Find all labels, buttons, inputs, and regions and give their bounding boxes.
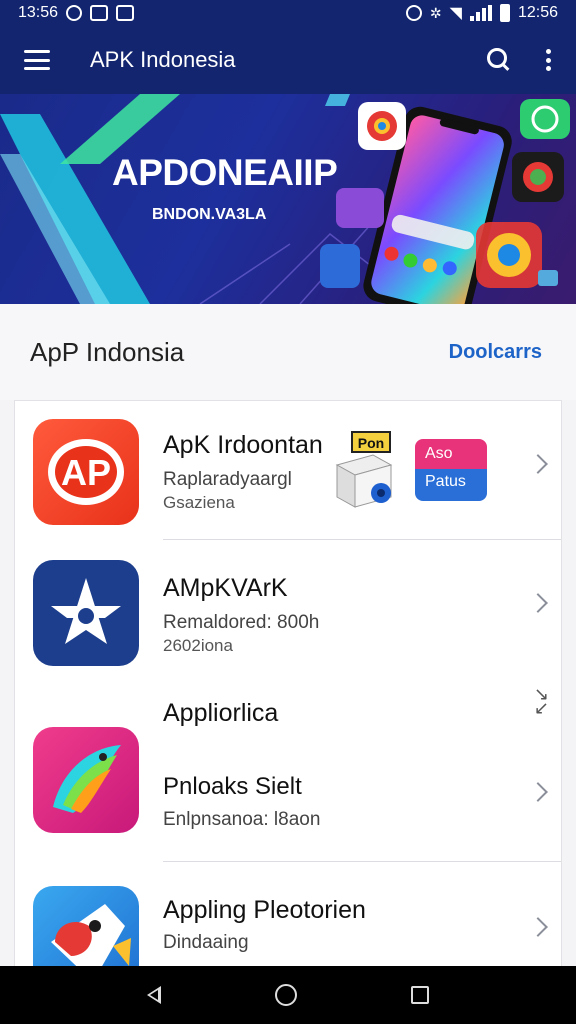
section-title: ApP Indonsia: [30, 336, 185, 367]
menu-icon[interactable]: [24, 50, 50, 70]
bird-logo-icon: [53, 745, 121, 813]
search-icon[interactable]: [486, 47, 512, 73]
battery-icon: [499, 4, 510, 22]
promo-card-line1: Aso: [425, 445, 453, 462]
app-icon-2: [33, 560, 139, 666]
star-logo-icon: [51, 578, 121, 644]
app-logo-text: AP: [61, 452, 111, 493]
promo-card-icon: Aso Patus: [415, 439, 487, 501]
message-icon: [116, 5, 135, 21]
more-vert-icon[interactable]: [546, 49, 552, 71]
notification-icon: [90, 5, 109, 21]
app-subtitle: Raplaradyaargl: [163, 469, 292, 490]
app-logo-icon: AP: [48, 439, 124, 505]
app-subtitle: Remaldored: 800h: [163, 612, 320, 633]
banner-stripe-small: [325, 94, 350, 106]
promo-card-line2: Patus: [425, 473, 466, 490]
app-meta: 2602iona: [163, 636, 233, 655]
app-icon-1: AP: [33, 419, 139, 525]
status-time-left: 13:56: [18, 4, 59, 21]
vibrate-icon: ✲: [429, 4, 442, 21]
app-subtitle: Dindaaing: [163, 932, 249, 953]
box-badge-icon: Pon: [335, 431, 393, 508]
wifi-icon: ◥: [449, 5, 462, 22]
banner-title: APDONEAIIP: [112, 152, 338, 193]
app-subtitle: Pnloaks Sielt: [163, 773, 302, 800]
app-meta: Gsaziena: [163, 493, 235, 512]
app-name: Appliorlica: [163, 699, 279, 727]
app-meta: Enlpnsanoa: l8aon: [163, 809, 321, 830]
back-icon[interactable]: [147, 986, 161, 1004]
promo-banner[interactable]: APDONEAIIP BNDON.VA3LA: [0, 94, 576, 304]
status-left: 13:56: [18, 4, 135, 22]
list-item[interactable]: AMpKVArK Remaldored: 800h 2602iona: [15, 540, 563, 670]
list-item[interactable]: Appliorlica Pnloaks Sielt Enlpnsanoa: l8…: [15, 671, 563, 861]
chevron-right-icon: [528, 593, 548, 613]
system-nav-bar: [0, 966, 576, 1024]
section-link[interactable]: Doolcarrs: [449, 341, 542, 364]
app-icon-4: [33, 886, 139, 967]
banner-artwork: [0, 94, 570, 304]
app-name: ApK Irdoontan: [163, 431, 323, 459]
app-list: AP ApK Irdoontan Raplaradyaargl Gsaziena…: [14, 400, 563, 967]
section-header: ApP Indonsia Doolcarrs: [0, 304, 576, 400]
chevron-right-icon: [528, 917, 548, 937]
box-badge-label: Pon: [358, 435, 384, 451]
status-right: ✲ ◥ 12:56: [405, 3, 558, 23]
app-name: Appling Pleotorien: [163, 896, 366, 924]
signal-icon: [469, 5, 492, 21]
sync-icon: [66, 5, 83, 21]
app-bar: APK Indonesia: [0, 26, 576, 94]
app-title: APK Indonesia: [90, 47, 236, 72]
home-icon[interactable]: [275, 984, 297, 1006]
status-bar: 13:56 ✲ ◥ 12:56: [0, 0, 576, 26]
chevron-right-icon: [528, 454, 548, 474]
list-item[interactable]: Appling Pleotorien Dindaaing: [15, 862, 563, 967]
chevron-right-icon: [528, 782, 548, 802]
sort-icon[interactable]: ↘ ↙: [534, 685, 549, 717]
alarm-icon: [405, 5, 422, 21]
recent-apps-icon[interactable]: [411, 986, 429, 1004]
list-item[interactable]: AP ApK Irdoontan Raplaradyaargl Gsaziena…: [15, 401, 563, 539]
status-time-right: 12:56: [517, 4, 558, 21]
app-name: AMpKVArK: [163, 574, 288, 602]
app-icon-3: [33, 727, 139, 833]
banner-subtitle: BNDON.VA3LA: [152, 206, 267, 223]
bird-head-icon: [51, 904, 131, 967]
